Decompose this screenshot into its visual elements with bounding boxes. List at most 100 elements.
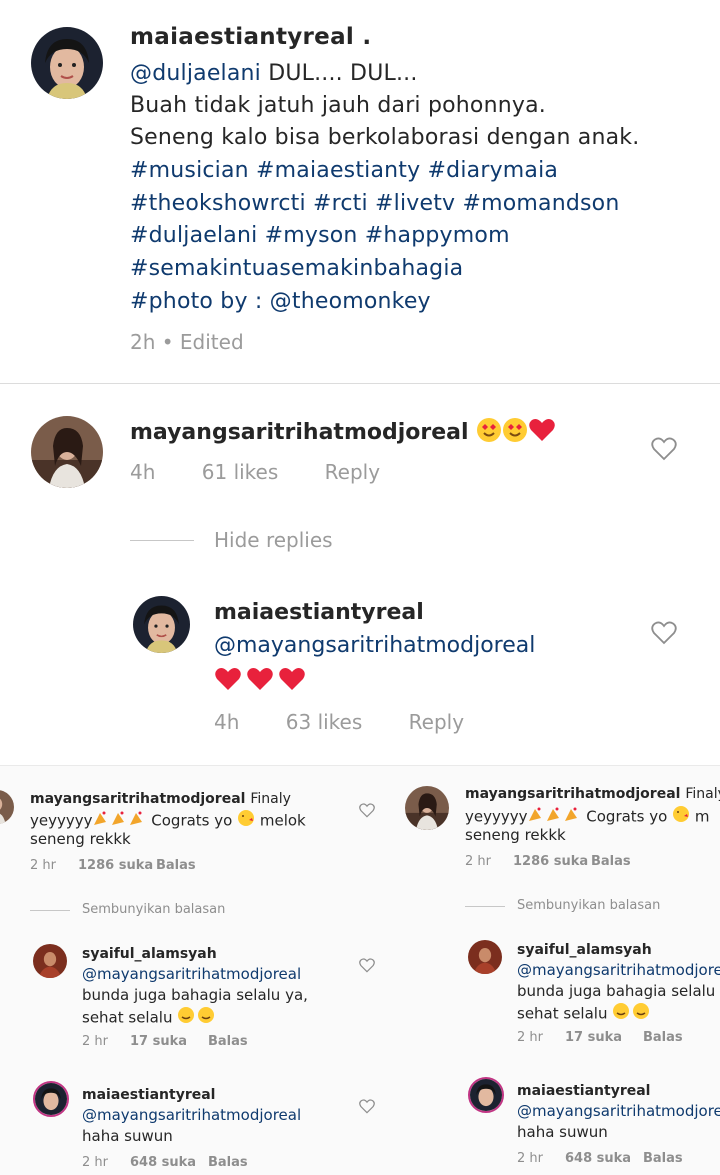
red-heart-emoji	[247, 668, 273, 690]
reply1-avatar[interactable]	[468, 940, 502, 974]
caption-username[interactable]: maiaestiantyreal .	[130, 24, 371, 50]
reply2-text: haha suwun	[517, 1123, 608, 1141]
smile-emoji	[612, 1002, 650, 1026]
reply1-reply-button[interactable]: Balas	[643, 1030, 683, 1045]
reply1-text-line-2: sehat selalu	[82, 1006, 215, 1030]
comment-reply-button[interactable]: Reply	[325, 460, 380, 484]
reply2-reply-button[interactable]: Balas	[208, 1155, 248, 1170]
comment-likes[interactable]: 1286 suka	[78, 858, 156, 873]
reply1-time: 2 hr	[82, 1034, 108, 1049]
comment-reply-button[interactable]: Balas	[156, 858, 196, 873]
reply2-avatar[interactable]	[33, 1081, 69, 1117]
red-heart-emoji	[279, 668, 305, 690]
red-heart-emoji	[215, 668, 241, 690]
reply2-mention[interactable]: @mayangsaritrihatmodjoreal	[517, 1102, 720, 1120]
comment-text-yey: yeyyyyy	[465, 807, 528, 826]
reply1-time: 2 hr	[517, 1030, 543, 1045]
caption-line-1: @duljaelani DUL.... DUL...	[130, 58, 418, 90]
caption-line-2: Buah tidak jatuh jauh dari pohonnya.	[130, 93, 546, 118]
caption-author-avatar[interactable]	[31, 27, 103, 99]
comment-likes[interactable]: 61 likes	[202, 460, 279, 484]
photo-hashtag[interactable]: #photo by :	[130, 289, 270, 314]
hide-replies-divider	[465, 906, 505, 907]
caption-hashtags-3[interactable]: #duljaelani #myson #happymom	[130, 220, 510, 252]
caption-hashtags-4[interactable]: #semakintuasemakinbahagia	[130, 253, 463, 285]
reply-username[interactable]: maiaestiantyreal	[214, 600, 424, 625]
comment-time: 2 hr	[30, 858, 56, 873]
reply2-reply-button[interactable]: Balas	[643, 1151, 683, 1166]
reply1-meta: 2 hr 17 suka Balas	[517, 1030, 683, 1045]
comment-username-link[interactable]: mayangsaritrihatmodjoreal	[30, 791, 245, 807]
caption-hashtags-2[interactable]: #theokshowrcti #rcti #livetv #momandson	[130, 188, 619, 220]
reply2-likes[interactable]: 648 suka	[130, 1155, 208, 1170]
comment-reply-button[interactable]: Balas	[591, 854, 631, 869]
hide-replies-button[interactable]: Hide replies	[214, 528, 333, 552]
reply2-likes[interactable]: 648 suka	[565, 1151, 643, 1166]
left-screenshot: mayangsaritrihatmodjoreal Finaly yeyyyyy…	[0, 766, 395, 1175]
caption-hashtags-1[interactable]: #musician #maiaestianty #diarymaia	[130, 155, 558, 187]
caption-section: maiaestiantyreal . @duljaelani DUL.... D…	[0, 0, 720, 384]
heart-eyes-emoji	[476, 417, 502, 449]
reply1-like-heart-icon[interactable]	[359, 958, 375, 973]
reply2-avatar[interactable]	[468, 1077, 504, 1113]
comment-text-cograts: Cograts yo	[146, 811, 238, 830]
comment-text-line-3: seneng rekkk	[465, 826, 566, 844]
reply-hearts	[214, 667, 306, 691]
comment-text-line-3: seneng rekkk	[30, 830, 131, 848]
comment-username: mayangsaritrihatmodjoreal Finaly	[30, 791, 291, 807]
comment-meta: 2 hr 1286 suka Balas	[30, 858, 196, 873]
reply1-reply-button[interactable]: Balas	[208, 1034, 248, 1049]
reply1-username[interactable]: syaiful_alamsyah	[517, 942, 652, 958]
caption-photo-credit: #photo by : @theomonkey	[130, 286, 431, 318]
reply2-time: 2 hr	[517, 1151, 543, 1166]
comment-text-cograts: Cograts yo	[581, 807, 673, 826]
comment-text-start: Finaly	[685, 786, 720, 802]
photo-credit-mention[interactable]: @theomonkey	[270, 289, 431, 314]
comments-section: mayangsaritrihatmodjoreal 4h 61 likes Re…	[0, 385, 720, 765]
comment-text-yey: yeyyyyy	[30, 811, 93, 830]
reply1-mention[interactable]: @mayangsaritrihatmodjoreal	[82, 965, 301, 983]
reply1-likes[interactable]: 17 suka	[565, 1030, 643, 1045]
hide-replies-button[interactable]: Sembunyikan balasan	[517, 898, 660, 913]
reply-reply-button[interactable]: Reply	[409, 710, 464, 734]
comment-like-heart-icon[interactable]	[651, 437, 677, 461]
reply1-username[interactable]: syaiful_alamsyah	[82, 946, 217, 962]
reply2-username[interactable]: maiaestiantyreal	[82, 1087, 215, 1103]
hide-replies-divider	[130, 540, 194, 541]
right-screenshot: mayangsaritrihatmodjoreal Finaly yeyyyyy…	[395, 766, 720, 1175]
comment-likes[interactable]: 1286 suka	[513, 854, 591, 869]
kiss-emoji	[237, 809, 255, 833]
reply2-meta: 2 hr 648 suka Balas	[517, 1151, 683, 1166]
kiss-emoji	[672, 805, 690, 829]
reply2-mention[interactable]: @mayangsaritrihatmodjoreal	[82, 1106, 301, 1124]
reply2-meta: 2 hr 648 suka Balas	[82, 1155, 248, 1170]
reply1-meta: 2 hr 17 suka Balas	[82, 1034, 248, 1049]
comment-username-link[interactable]: mayangsaritrihatmodjoreal	[465, 786, 680, 802]
commenter-avatar[interactable]	[405, 786, 449, 830]
caption-meta: 2h • Edited	[130, 330, 244, 354]
reply1-avatar[interactable]	[33, 944, 67, 978]
reply2-username[interactable]: maiaestiantyreal	[517, 1083, 650, 1099]
comment-username: mayangsaritrihatmodjoreal	[130, 417, 556, 449]
comment-like-heart-icon[interactable]	[359, 803, 375, 818]
reply-like-heart-icon[interactable]	[651, 621, 677, 645]
caption-line-1-text: DUL.... DUL...	[261, 61, 418, 86]
caption-mention[interactable]: @duljaelani	[130, 61, 261, 86]
comment-meta: 2 hr 1286 suka Balas	[465, 854, 631, 869]
reply2-like-heart-icon[interactable]	[359, 1099, 375, 1114]
reply1-mention[interactable]: @mayangsaritrihatmodjoreal	[517, 961, 720, 979]
commenter-avatar[interactable]	[0, 790, 14, 824]
reply-likes[interactable]: 63 likes	[286, 710, 363, 734]
reply2-text: haha suwun	[82, 1127, 173, 1145]
commenter-avatar[interactable]	[31, 416, 103, 488]
reply-mention[interactable]: @mayangsaritrihatmodjoreal	[214, 633, 535, 658]
comment-text-start: Finaly	[250, 791, 291, 807]
reply1-text-sehat: sehat selalu	[517, 1004, 613, 1023]
reply-author-avatar[interactable]	[133, 596, 190, 653]
hide-replies-button[interactable]: Sembunyikan balasan	[82, 902, 225, 917]
reply1-likes[interactable]: 17 suka	[130, 1034, 208, 1049]
comment-username-link[interactable]: mayangsaritrihatmodjoreal	[130, 420, 469, 445]
reply1-text-line-1: bunda juga bahagia selalu	[517, 982, 716, 1000]
heart-eyes-emoji	[502, 417, 528, 449]
comment-text-melok: m	[690, 807, 710, 826]
